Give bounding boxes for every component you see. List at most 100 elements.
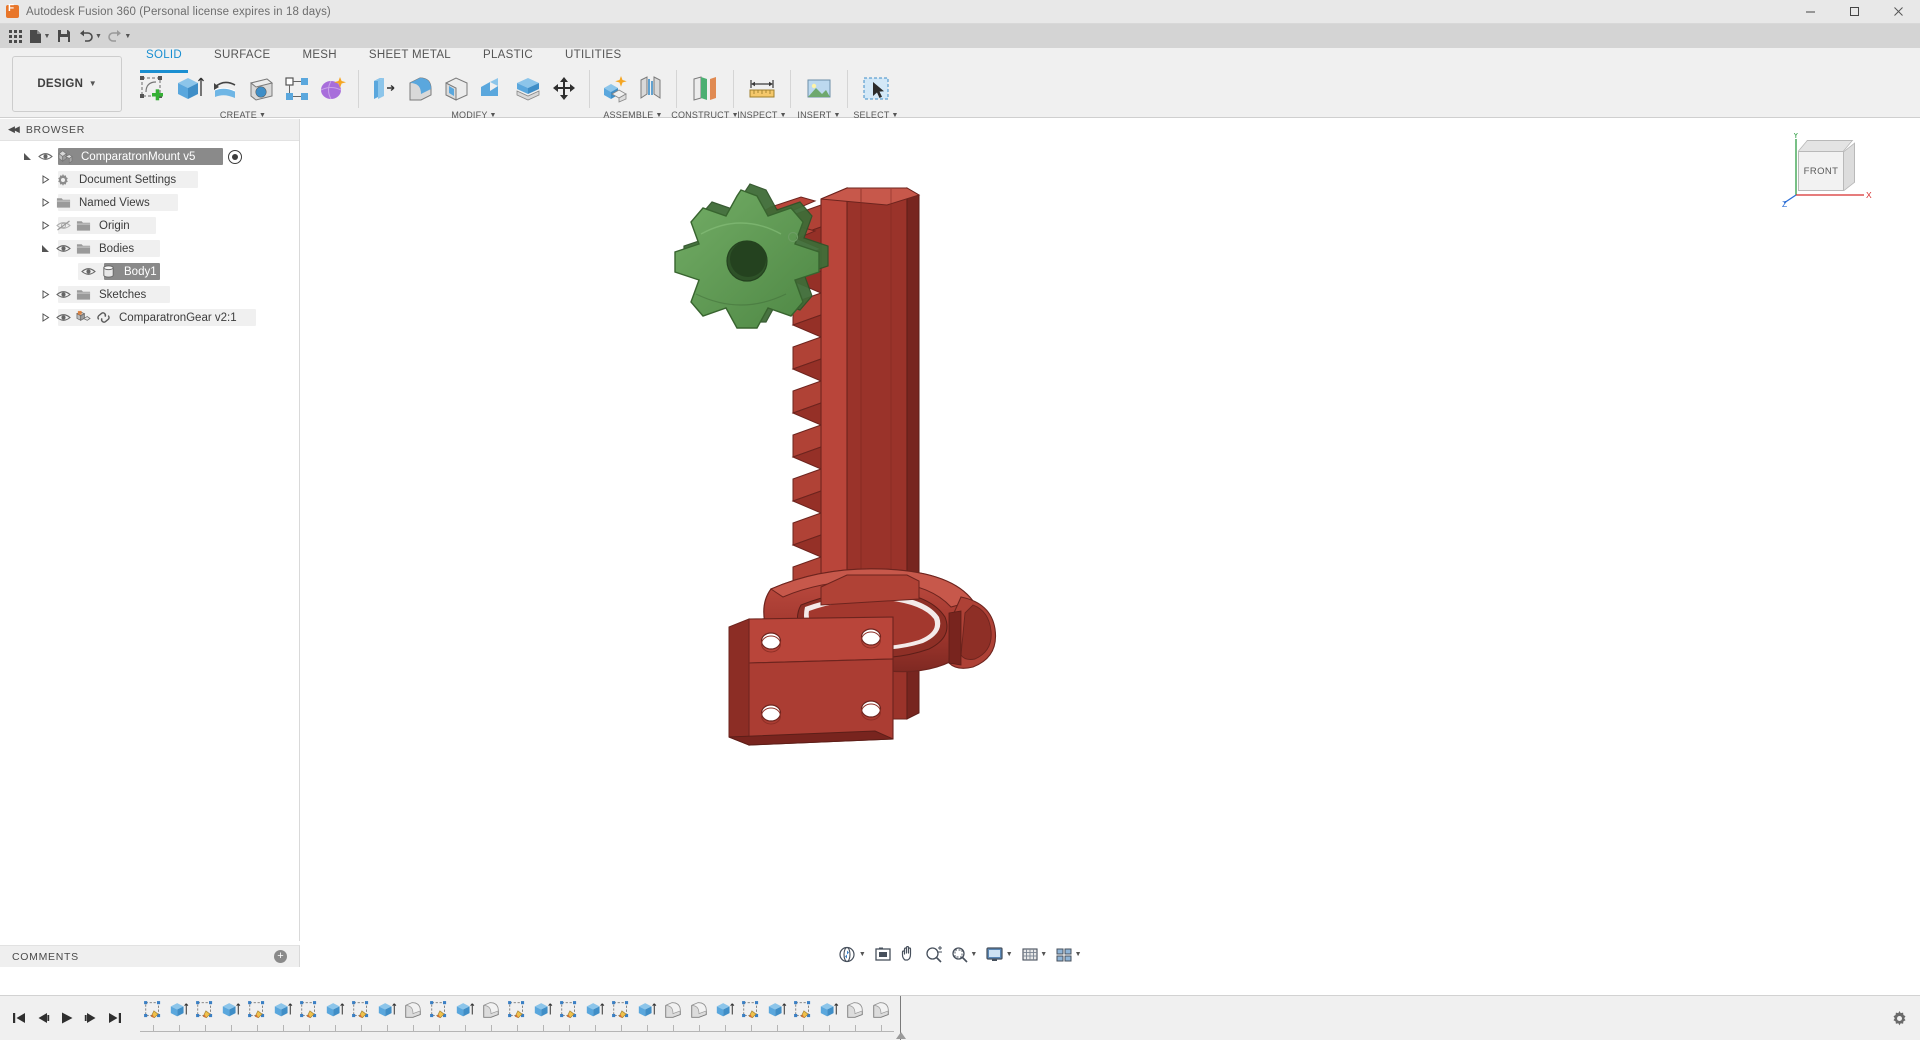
comments-panel[interactable]: COMMENTS + bbox=[0, 945, 300, 967]
timeline-feature-extrude[interactable] bbox=[374, 996, 400, 1040]
timeline-feature-sketch[interactable] bbox=[504, 996, 530, 1040]
tree-row-document-settings[interactable]: Document Settings bbox=[0, 168, 299, 191]
maximize-button[interactable] bbox=[1832, 0, 1876, 24]
display-settings-button[interactable]: ▼ bbox=[981, 943, 1016, 965]
combine-icon[interactable] bbox=[511, 72, 545, 106]
create-form-icon[interactable] bbox=[316, 72, 350, 106]
shell-icon[interactable] bbox=[439, 72, 473, 106]
timeline-feature-extrude[interactable] bbox=[764, 996, 790, 1040]
timeline-feature-extrude[interactable] bbox=[582, 996, 608, 1040]
timeline-feature-fillet[interactable] bbox=[660, 996, 686, 1040]
step-forward-button[interactable] bbox=[80, 1005, 102, 1031]
redo-icon[interactable]: ▼ bbox=[105, 25, 134, 47]
tree-row-body1[interactable]: Body1 bbox=[0, 260, 299, 283]
tree-row-comparatrongear[interactable]: ComparatronGear v2:1 bbox=[0, 306, 299, 329]
tab-plastic[interactable]: PLASTIC bbox=[467, 48, 549, 68]
chevron-down-icon[interactable]: ▼ bbox=[859, 951, 866, 958]
disclosure-closed-icon[interactable] bbox=[38, 306, 53, 329]
chevron-down-icon[interactable]: ▼ bbox=[44, 33, 51, 40]
new-file-icon[interactable]: ▼ bbox=[26, 25, 53, 47]
offset-plane-icon[interactable] bbox=[685, 72, 725, 106]
press-pull-icon[interactable] bbox=[367, 72, 401, 106]
disclosure-closed-icon[interactable] bbox=[38, 191, 53, 214]
tree-row-origin[interactable]: Origin bbox=[0, 214, 299, 237]
timeline-feature-extrude[interactable] bbox=[166, 996, 192, 1040]
visibility-eye-icon[interactable] bbox=[35, 145, 55, 168]
chevron-down-icon[interactable]: ▼ bbox=[124, 33, 131, 40]
step-back-button[interactable] bbox=[32, 1005, 54, 1031]
extrude-icon[interactable] bbox=[172, 72, 206, 106]
sweep-icon[interactable] bbox=[244, 72, 278, 106]
timeline-feature-extrude[interactable] bbox=[816, 996, 842, 1040]
draft-icon[interactable] bbox=[475, 72, 509, 106]
tab-sheet-metal[interactable]: SHEET METAL bbox=[353, 48, 467, 68]
zoom-button[interactable] bbox=[921, 943, 947, 965]
timeline-feature-extrude[interactable] bbox=[530, 996, 556, 1040]
model-view[interactable] bbox=[301, 119, 1920, 967]
measure-icon[interactable] bbox=[742, 72, 782, 106]
tab-surface[interactable]: SURFACE bbox=[198, 48, 286, 68]
chevron-down-icon[interactable]: ▼ bbox=[970, 951, 977, 958]
workspace-switcher[interactable]: DESIGN ▼ bbox=[12, 56, 122, 112]
fillet-icon[interactable] bbox=[403, 72, 437, 106]
chevron-down-icon[interactable]: ▼ bbox=[1075, 951, 1082, 958]
timeline-feature-fillet[interactable] bbox=[686, 996, 712, 1040]
activate-component-radio[interactable] bbox=[228, 149, 242, 164]
tree-row-comparatronmount[interactable]: ComparatronMount v5 bbox=[0, 145, 299, 168]
app-grid-icon[interactable] bbox=[4, 25, 26, 47]
disclosure-open-icon[interactable] bbox=[20, 145, 35, 168]
timeline-marker[interactable] bbox=[896, 995, 906, 1040]
disclosure-closed-icon[interactable] bbox=[38, 283, 53, 306]
timeline-feature-extrude[interactable] bbox=[218, 996, 244, 1040]
timeline-feature-sketch[interactable] bbox=[244, 996, 270, 1040]
disclosure-closed-icon[interactable] bbox=[38, 214, 53, 237]
timeline-feature-fillet[interactable] bbox=[478, 996, 504, 1040]
revolve-icon[interactable] bbox=[208, 72, 242, 106]
look-at-button[interactable] bbox=[870, 943, 896, 965]
timeline-feature-extrude[interactable] bbox=[452, 996, 478, 1040]
play-button[interactable] bbox=[56, 1005, 78, 1031]
insert-image-icon[interactable] bbox=[799, 72, 839, 106]
timeline-feature-sketch[interactable] bbox=[790, 996, 816, 1040]
tree-row-bodies[interactable]: Bodies bbox=[0, 237, 299, 260]
new-component-icon[interactable] bbox=[598, 72, 632, 106]
move-copy-icon[interactable] bbox=[547, 72, 581, 106]
tab-utilities[interactable]: UTILITIES bbox=[549, 48, 637, 68]
chevron-down-icon[interactable]: ▼ bbox=[1006, 951, 1013, 958]
timeline-feature-fillet[interactable] bbox=[400, 996, 426, 1040]
timeline-feature-sketch[interactable] bbox=[556, 996, 582, 1040]
disclosure-closed-icon[interactable] bbox=[38, 168, 53, 191]
fit-button[interactable]: ▼ bbox=[947, 943, 981, 965]
timeline-feature-fillet[interactable] bbox=[868, 996, 894, 1040]
undo-icon[interactable]: ▼ bbox=[75, 25, 104, 47]
timeline-feature-sketch[interactable] bbox=[348, 996, 374, 1040]
collapse-browser-icon[interactable]: ◀◀ bbox=[8, 124, 20, 135]
joint-icon[interactable] bbox=[634, 72, 668, 106]
timeline-feature-sketch[interactable] bbox=[426, 996, 452, 1040]
3d-canvas[interactable]: FRONT Y X Z bbox=[301, 119, 1920, 967]
timeline-feature-extrude[interactable] bbox=[712, 996, 738, 1040]
tab-mesh[interactable]: MESH bbox=[286, 48, 352, 68]
pattern-icon[interactable] bbox=[280, 72, 314, 106]
view-cube-front-face[interactable]: FRONT bbox=[1798, 151, 1844, 191]
viewports-button[interactable]: ▼ bbox=[1051, 943, 1085, 965]
timeline-feature-sketch[interactable] bbox=[296, 996, 322, 1040]
tree-row-sketches[interactable]: Sketches bbox=[0, 283, 299, 306]
pan-hand-button[interactable] bbox=[896, 943, 921, 965]
timeline-feature-extrude[interactable] bbox=[634, 996, 660, 1040]
chevron-down-icon[interactable]: ▼ bbox=[1040, 951, 1047, 958]
view-cube[interactable]: FRONT Y X Z bbox=[1782, 133, 1872, 208]
timeline-feature-extrude[interactable] bbox=[270, 996, 296, 1040]
add-comment-button[interactable]: + bbox=[274, 950, 287, 963]
go-to-beginning-button[interactable] bbox=[8, 1005, 30, 1031]
view-cube-right-face[interactable] bbox=[1844, 142, 1855, 191]
browser-header[interactable]: ◀◀ BROWSER bbox=[0, 119, 299, 141]
timeline-feature-sketch[interactable] bbox=[140, 996, 166, 1040]
close-button[interactable] bbox=[1876, 0, 1920, 24]
timeline-settings-gear-icon[interactable] bbox=[1891, 1010, 1908, 1027]
orbit-button[interactable]: ▼ bbox=[834, 943, 869, 965]
minimize-button[interactable] bbox=[1788, 0, 1832, 24]
timeline-feature-extrude[interactable] bbox=[322, 996, 348, 1040]
disclosure-open-icon[interactable] bbox=[38, 237, 53, 260]
timeline-feature-sketch[interactable] bbox=[192, 996, 218, 1040]
